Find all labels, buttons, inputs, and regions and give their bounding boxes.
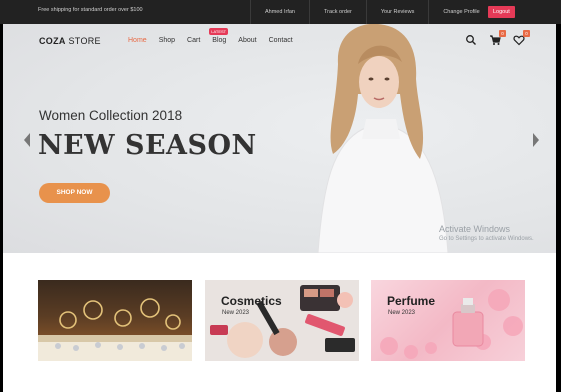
logout-button[interactable]: Logout	[488, 6, 515, 18]
track-order-link[interactable]: Track order	[308, 0, 366, 24]
category-sub-cosmetics: New 2023	[222, 310, 250, 316]
account-link[interactable]: Ahmed Irfan	[250, 0, 309, 24]
nav-cart[interactable]: Cart	[187, 37, 200, 44]
category-title-cosmetics: Cosmetics	[221, 294, 282, 308]
activate-windows-title: Activate Windows	[439, 224, 511, 234]
cosmetics-products-image	[210, 285, 355, 358]
next-slide-arrow-icon[interactable]	[531, 132, 541, 148]
shop-now-button[interactable]: SHOP NOW	[39, 183, 110, 203]
top-links: Ahmed Irfan Track order Your Reviews Cha…	[250, 0, 494, 24]
nav-contact[interactable]: Contact	[269, 37, 293, 44]
hero-title: NEW SEASON	[38, 130, 257, 161]
top-bar: Free shipping for standard order over $1…	[0, 0, 561, 24]
brand-logo[interactable]: COZA STORE	[39, 36, 101, 46]
nav-about[interactable]: About	[238, 37, 256, 44]
cart-icon[interactable]: 0	[489, 30, 506, 45]
change-profile-link[interactable]: Change Profile	[428, 0, 493, 24]
category-card-jewelry[interactable]	[38, 280, 192, 361]
activate-windows-hint: Go to Settings to activate Windows.	[439, 236, 534, 242]
nav-blog-label: Blog	[212, 37, 227, 44]
header-icons: 0 0	[465, 30, 530, 46]
reviews-link[interactable]: Your Reviews	[365, 0, 428, 24]
prev-slide-arrow-icon[interactable]	[22, 132, 32, 148]
search-icon[interactable]	[465, 33, 477, 45]
category-card-cosmetics[interactable]: Cosmetics New 2023	[205, 280, 359, 361]
nav-blog[interactable]: LATEST Blog	[209, 28, 229, 44]
category-card-perfume[interactable]: Perfume New 2023	[371, 280, 525, 361]
main-nav: Home Shop Cart LATEST Blog About Contact	[128, 28, 293, 44]
heart-icon[interactable]: 0	[513, 30, 530, 46]
category-title-perfume: Perfume	[387, 294, 436, 308]
hero-model-image	[317, 24, 449, 253]
brand-rest: STORE	[65, 36, 101, 46]
perfume-bottle-image	[380, 289, 523, 359]
nav-shop[interactable]: Shop	[159, 37, 175, 44]
category-sub-perfume: New 2023	[388, 310, 416, 316]
wishlist-count-badge: 0	[523, 30, 530, 37]
shipping-notice: Free shipping for standard order over $1…	[38, 7, 143, 13]
blog-badge: LATEST	[209, 28, 229, 35]
brand-bold: COZA	[39, 36, 66, 46]
hero-banner: COZA STORE Home Shop Cart LATEST Blog Ab…	[3, 24, 556, 253]
nav-home[interactable]: Home	[128, 37, 147, 44]
hero-subtitle: Women Collection 2018	[39, 108, 183, 123]
cart-count-badge: 0	[499, 30, 506, 37]
jewelry-display-image	[38, 298, 192, 361]
